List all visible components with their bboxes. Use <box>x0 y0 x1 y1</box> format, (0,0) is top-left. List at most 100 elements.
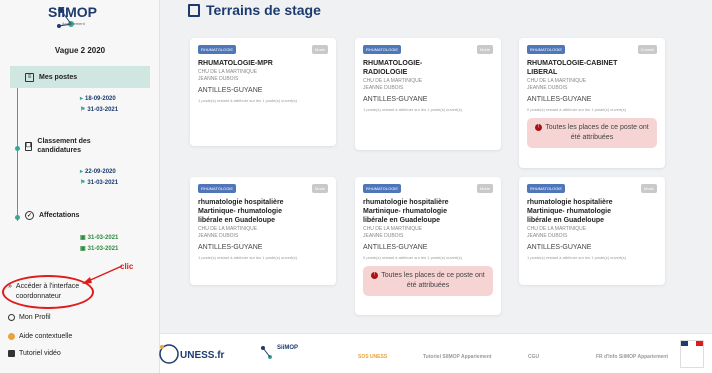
full-alert: ! Toutes les places de ce poste ont été a… <box>527 118 657 148</box>
card-rhumato-hospitaliere-2[interactable]: RHUMATOLOGIE Mode rhumatologie hospitaliè… <box>355 177 501 315</box>
card-hospital: CHU DE LA MARTINIQUE <box>363 78 423 84</box>
annotation-arrow-icon <box>82 265 123 284</box>
lock-icon: ▣ <box>80 246 86 252</box>
uness-logo-icon <box>159 344 179 364</box>
step-start-date: ▸ 22-09-2020 <box>80 169 116 175</box>
card-title: RHUMATOLOGIE-CABINET LIBERAL <box>527 60 618 76</box>
card-region: ANTILLES-GUYANE <box>527 244 592 251</box>
card-hospital: CHU DE LA MARTINIQUE <box>527 78 587 84</box>
card-note: 1 poste(s) restant à attribuer sur les 1… <box>198 255 297 260</box>
page-title-text: Terrains de stage <box>206 2 321 18</box>
card-hospital: CHU DE LA MARTINIQUE <box>527 226 587 232</box>
card-person: JEANNE DUBOIS <box>527 233 568 239</box>
brand-name[interactable]: SiiMOP <box>48 4 97 20</box>
sidebar-item-label: Classement des candidatures <box>37 138 91 154</box>
mode-badge: Mode <box>311 184 328 193</box>
card-region: ANTILLES-GUYANE <box>527 96 592 103</box>
specialty-tag: RHUMATOLOGIE <box>363 45 402 54</box>
specialty-tag: RHUMATOLOGIE <box>527 184 566 193</box>
card-title: RHUMATOLOGIE-RADIOLOGIE <box>363 60 423 76</box>
card-note: 1 poste(s) restant à attribuer sur les 1… <box>527 255 626 260</box>
specialty-tag: RHUMATOLOGIE <box>198 184 237 193</box>
card-note: 1 poste(s) restant à attribuer sur les 1… <box>363 107 462 112</box>
timeline-dot <box>15 215 20 220</box>
card-note: 0 poste(s) restant à attribuer sur les 1… <box>363 255 462 260</box>
help-dot-icon <box>8 333 15 340</box>
card-region: ANTILLES-GUYANE <box>198 87 263 94</box>
video-link[interactable]: Tutoriel vidéo <box>8 350 61 357</box>
step-end-date: ⚑ 31-03-2021 <box>80 107 119 113</box>
list-icon: ≡ <box>25 72 34 82</box>
republique-logo-icon <box>680 340 704 368</box>
help-link[interactable]: Aide contextuelle <box>8 333 72 340</box>
card-person: JEANNE DUBOIS <box>198 76 239 82</box>
card-person: JEANNE DUBOIS <box>527 85 568 91</box>
vague-title: Vague 2 2020 <box>54 46 106 55</box>
card-rhumato-mpr[interactable]: RHUMATOLOGIE Mode RHUMATOLOGIE-MPR CHU DE… <box>190 38 336 146</box>
siimop-footer-logo-icon <box>261 346 272 359</box>
footer-link-cgu[interactable]: CGU <box>528 354 539 360</box>
mode-badge: Conseil <box>637 45 657 54</box>
alert-icon: ! <box>371 271 379 279</box>
footer-link-sos[interactable]: SOS UNESS <box>358 354 387 360</box>
arrow-icon: ▸ <box>80 169 84 175</box>
card-rhumato-hospitaliere-1[interactable]: RHUMATOLOGIE Mode rhumatologie hospitaliè… <box>190 177 336 285</box>
card-person: JEANNE DUBOIS <box>198 233 239 239</box>
card-rhumato-cabinet[interactable]: RHUMATOLOGIE Conseil RHUMATOLOGIE-CABINET… <box>519 38 665 168</box>
timeline-dot <box>15 146 20 151</box>
annotation-label: clic <box>120 262 134 271</box>
sidebar-item-affectations[interactable]: ✓ Affectations <box>25 211 79 220</box>
card-title: RHUMATOLOGIE-MPR <box>198 60 273 67</box>
copy-icon: ❐ <box>25 141 33 151</box>
full-alert: ! Toutes les places de ce poste ont été a… <box>363 266 493 296</box>
sidebar: SiiMOP Appariement Vague 2 2020 ≡ Mes po… <box>0 0 160 373</box>
card-hospital: CHU DE LA MARTINIQUE <box>198 69 258 75</box>
card-note: 0 poste(s) restant à attribuer sur les 1… <box>527 107 626 112</box>
card-rhumato-hospitaliere-3[interactable]: RHUMATOLOGIE Mode rhumatologie hospitaliè… <box>519 177 665 285</box>
card-note: 1 poste(s) restant à attribuer sur les 1… <box>198 98 297 103</box>
card-region: ANTILLES-GUYANE <box>363 96 428 103</box>
card-title: rhumatologie hospitalière Martinique- rh… <box>198 199 284 224</box>
footer-link-tutoriel[interactable]: Tutoriel SIIMOP Appariement <box>423 354 492 360</box>
card-region: ANTILLES-GUYANE <box>198 244 263 251</box>
specialty-tag: RHUMATOLOGIE <box>527 45 566 54</box>
footer-link-info[interactable]: FR d'Info SiiMOP Appariement <box>596 354 668 360</box>
specialty-tag: RHUMATOLOGIE <box>198 45 237 54</box>
user-icon <box>8 314 15 321</box>
mode-badge: Mode <box>311 45 328 54</box>
mode-badge: Mode <box>476 184 493 193</box>
card-region: ANTILLES-GUYANE <box>363 244 428 251</box>
card-person: JEANNE DUBOIS <box>363 85 404 91</box>
mode-badge: Mode <box>476 45 493 54</box>
card-title: rhumatologie hospitalière Martinique- rh… <box>527 199 613 224</box>
video-icon <box>8 350 15 357</box>
page-title: Terrains de stage <box>188 2 321 18</box>
sidebar-item-classement[interactable]: ❐ Classement des candidatures <box>25 137 105 155</box>
clipboard-icon <box>188 3 200 17</box>
help-link-label: Aide contextuelle <box>19 333 73 340</box>
sidebar-item-label: Affectations <box>39 212 80 219</box>
mode-badge: Mode <box>640 184 657 193</box>
step-end-date: ▣ 31-03-2021 <box>80 246 119 252</box>
sidebar-item-mes-postes[interactable]: ≡ Mes postes <box>10 66 150 88</box>
step-end-date: ⚑ 31-03-2021 <box>80 180 119 186</box>
step-start-date: ▸ 18-09-2020 <box>80 96 116 102</box>
siimop-footer-text[interactable]: SiiMOP <box>277 345 298 351</box>
flag-icon: ⚑ <box>80 180 86 186</box>
card-title: rhumatologie hospitalière Martinique- rh… <box>363 199 449 224</box>
arrow-icon: ▸ <box>80 96 84 102</box>
card-person: JEANNE DUBOIS <box>363 233 404 239</box>
flag-icon: ⚑ <box>80 107 86 113</box>
footer <box>160 333 712 373</box>
profile-link-label: Mon Profil <box>19 314 51 321</box>
profile-link[interactable]: Mon Profil <box>8 314 51 321</box>
check-circle-icon: ✓ <box>25 211 34 220</box>
uness-logo-text[interactable]: UNESS.fr <box>180 350 224 361</box>
brand-subtitle: Appariement <box>62 21 85 26</box>
video-link-label: Tutoriel vidéo <box>19 350 61 357</box>
card-rhumato-radiologie[interactable]: RHUMATOLOGIE Mode RHUMATOLOGIE-RADIOLOGIE… <box>355 38 501 150</box>
sidebar-item-label: Mes postes <box>39 73 78 81</box>
card-hospital: CHU DE LA MARTINIQUE <box>363 226 423 232</box>
card-hospital: CHU DE LA MARTINIQUE <box>198 226 258 232</box>
lock-icon: ▣ <box>80 235 86 241</box>
